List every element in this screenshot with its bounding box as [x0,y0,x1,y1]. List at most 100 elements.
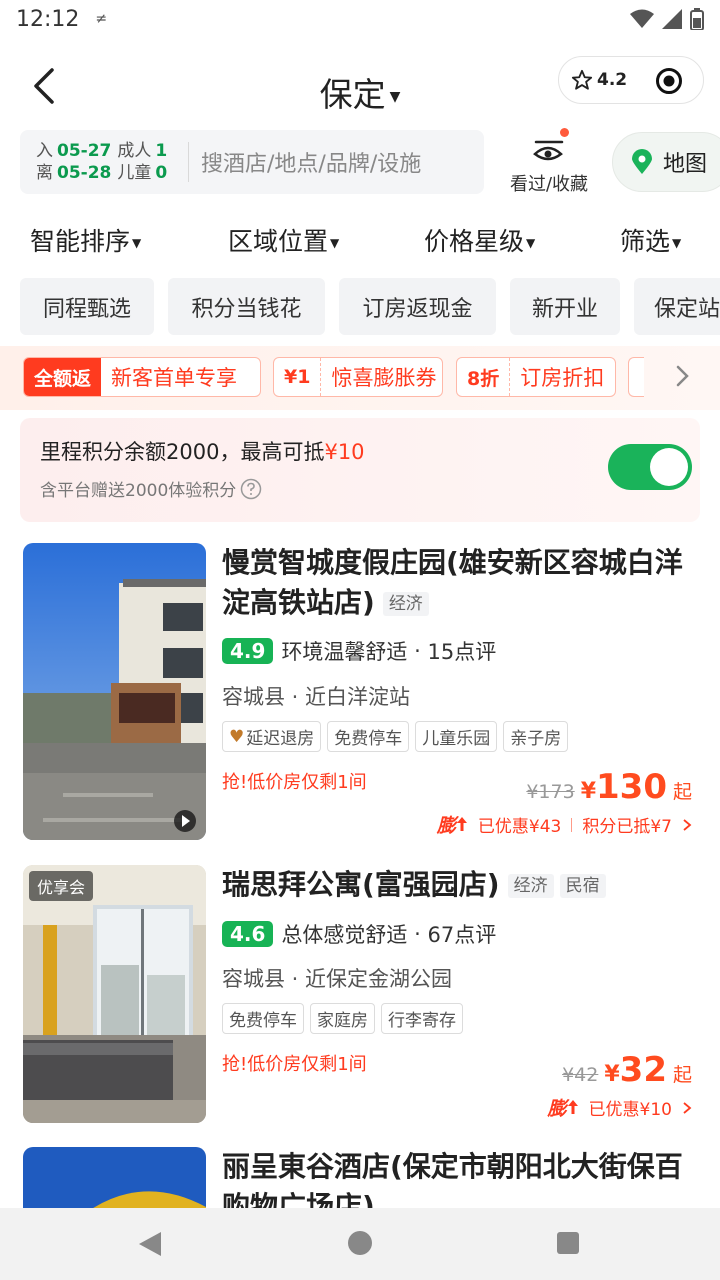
notification-dot [560,128,569,137]
checkout-label: 离 [36,163,53,183]
sort-area[interactable]: 区域位置 ▼ [228,222,339,258]
caret-down-icon: ▼ [526,236,536,250]
checkin-date: 05-27 [57,141,112,161]
hotel-image [23,543,206,840]
discount-text: 已优惠¥10 [588,1100,672,1120]
low-stock-notice: 抢!低价房仅剩1间 [222,1054,367,1075]
facility-tag: 儿童乐园 [415,721,498,752]
mileage-subtext: 含平台赠送2000体验积分 [40,476,262,501]
score-badge: 4.6 [222,921,274,947]
hotel-name[interactable]: 丽呈東谷酒店(保定市朝阳北大街保百购物广场店) [222,1147,700,1208]
discount-text: 已优惠¥43 [477,817,562,837]
map-button[interactable]: 地图 [612,132,720,192]
nav-home-icon[interactable] [348,1231,372,1255]
facility-tag: ♥ 延迟退房 [222,721,322,752]
question-icon[interactable] [240,478,262,500]
facility-tags: ♥ 延迟退房 免费停车 儿童乐园 亲子房 [222,721,569,752]
status-time: 12:12 [16,6,80,32]
current-price: ¥130 [581,767,667,807]
target-circle-icon[interactable] [655,67,683,95]
arrow-up-icon [456,817,467,831]
hotel-photo[interactable] [23,1147,206,1208]
chip-selected[interactable]: 同程甄选 [20,278,154,335]
history-favorites-button[interactable]: 看过/收藏 [496,128,602,196]
search-box[interactable]: 入 05-27 成人 1 离 05-28 儿童 0 搜酒店/地点/品牌/设施 [20,130,484,194]
sort-smart[interactable]: 智能排序 ▼ [30,222,141,258]
hotel-type-tag: 经济 [507,874,554,898]
coupon-text: 订房折扣 [520,366,605,390]
rating-button[interactable]: 4.2 [559,69,637,91]
child-label: 儿童 [117,163,152,183]
coupon-expand[interactable]: ¥1 惊喜膨胀券 [273,357,443,397]
nav-recents-icon[interactable] [557,1232,579,1254]
signal-icon [662,9,682,29]
mileage-amount: ¥10 [324,440,365,464]
mileage-toggle[interactable] [608,444,692,490]
divider [571,817,573,832]
mileage-main-text: 里程积分余额2000，最高可抵 [40,440,325,464]
original-price: ¥42 [562,1064,599,1086]
chip-new-open[interactable]: 新开业 [510,278,620,335]
hotel-name-text: 丽呈東谷酒店(保定市朝阳北大街保百购物广场店) [222,1150,683,1208]
hotel-location: 容城县 · 近白洋淀站 [222,685,411,709]
separator-dot: · [407,639,428,663]
sort-label: 价格星级 [424,227,525,256]
hotel-name-text: 瑞思拜公寓(富强园店) [222,868,500,901]
separator-dot: · [407,922,428,946]
search-input[interactable]: 搜酒店/地点/品牌/设施 [201,146,421,178]
caret-down-icon: ▼ [672,236,682,250]
hotel-name[interactable]: 慢赏智城度假庄园(雄安新区容城白洋淀高铁站店) 经济 [222,543,700,623]
chevron-right-icon [683,1101,692,1114]
chip-cashback[interactable]: 订房返现金 [339,278,496,335]
caret-down-icon: ▼ [389,88,401,105]
coupon-more-partial[interactable] [628,357,644,397]
rating-value: 4.2 [597,70,628,90]
coupon-text: 惊喜膨胀券 [331,366,437,390]
mileage-sub-text: 含平台赠送2000体验积分 [40,481,237,501]
hotel-card[interactable]: 慢赏智城度假庄园(雄安新区容城白洋淀高铁站店) 经济 4.9 环境温馨舒适 · 1… [0,543,720,843]
city-name: 保定 [319,75,386,114]
original-price: ¥173 [526,781,575,803]
facility-tag: 免费停车 [327,721,410,752]
sort-price-star[interactable]: 价格星级 ▼ [424,222,535,258]
chip-points[interactable]: 积分当钱花 [168,278,325,335]
sort-filter-bar: 智能排序 ▼ 区域位置 ▼ 价格星级 ▼ 筛选 ▼ [0,212,720,270]
mini-program-capsule: 4.2 [558,56,704,104]
peng-label: 膨 [548,1094,579,1121]
hotel-card[interactable]: 优享会 瑞思拜公寓(富强园店) 经济 民宿 4.6 总体感觉舒适 · 67点评 容城… [0,865,720,1125]
coupon-tag: ¥1 [284,366,311,388]
system-nav-bar [0,1208,720,1280]
currency-symbol: ¥ [580,779,596,804]
chevron-right-icon[interactable] [672,364,692,388]
chevron-right-icon [683,818,692,831]
price-value: 32 [619,1050,667,1090]
hotel-name[interactable]: 瑞思拜公寓(富强园店) 经济 民宿 [222,865,700,905]
nav-back-icon[interactable] [137,1230,163,1258]
review-count: 15点评 [427,640,497,664]
promo-coupon-bar: 全额返 新客首单专享 ¥1 惊喜膨胀券 8折 订房折扣 [0,346,720,410]
facility-tag: 家庭房 [310,1003,375,1034]
sort-filter[interactable]: 筛选 ▼ [620,222,681,258]
price-suffix: 起 [672,781,692,803]
checkin-label: 入 [36,141,53,161]
review-comment: 环境温馨舒适 [281,640,408,664]
date-guest-selector[interactable]: 入 05-27 成人 1 离 05-28 儿童 0 [20,140,188,184]
adult-count: 1 [155,141,168,161]
coupon-discount[interactable]: 8折 订房折扣 [456,357,616,397]
price-row: ¥42 ¥32 起 [562,1050,692,1090]
hotel-photo[interactable] [23,543,206,840]
hotel-card[interactable]: 丽呈東谷酒店(保定市朝阳北大街保百购物广场店) [0,1147,720,1208]
hotel-rating-row: 4.9 环境温馨舒适 · 15点评 [222,636,496,666]
low-stock-notice: 抢!低价房仅剩1间 [222,772,367,793]
chip-station[interactable]: 保定站 [634,278,720,335]
peng-text: 膨 [436,815,456,837]
discount-row[interactable]: 膨 已优惠¥10 [548,1094,692,1121]
sort-label: 筛选 [620,227,671,256]
favorites-label: 看过/收藏 [509,174,589,195]
facility-tag: 免费停车 [222,1003,304,1034]
discount-row[interactable]: 膨 已优惠¥43 积分已抵¥7 [437,811,692,838]
hotel-photo[interactable]: 优享会 [23,865,206,1123]
review-comment: 总体感觉舒适 [281,923,408,947]
coupon-new-customer[interactable]: 全额返 新客首单专享 [23,357,261,397]
coupon-tag: 全额返 [24,358,102,396]
